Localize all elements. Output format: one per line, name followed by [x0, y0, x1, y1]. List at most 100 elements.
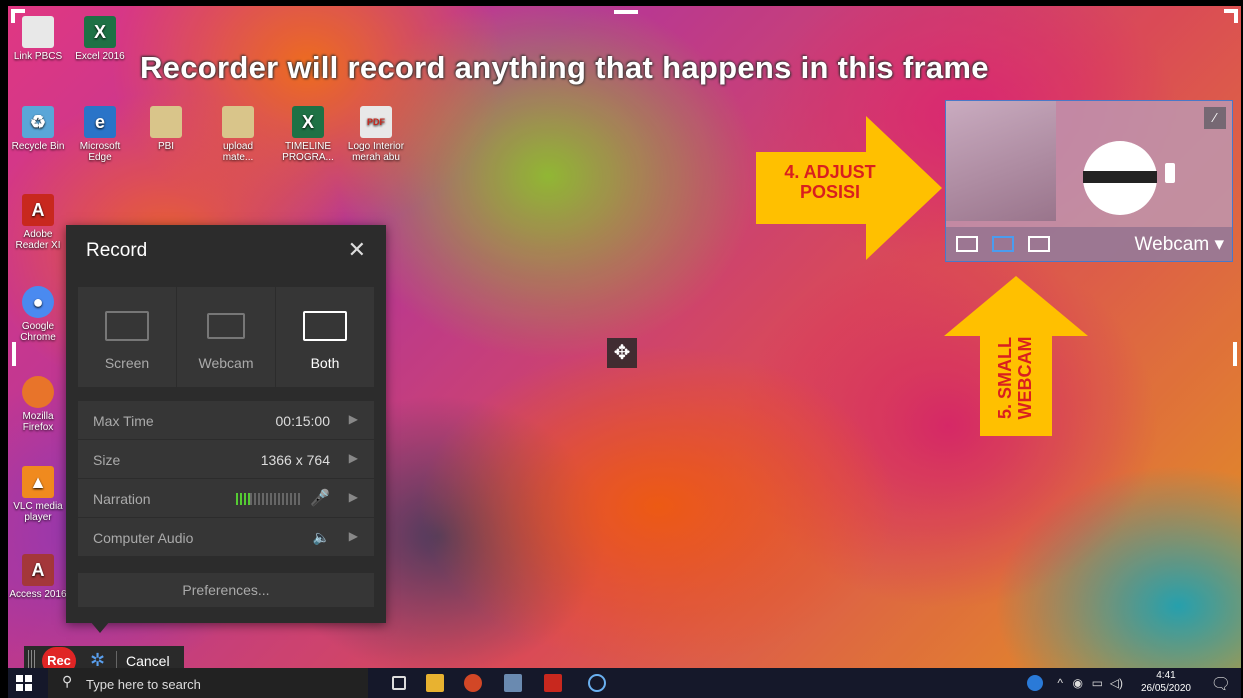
- desktop-icon-label: TIMELINE PROGRA...: [282, 141, 334, 163]
- windows-start-icon[interactable]: [16, 675, 32, 691]
- microphone-icon: 🎤: [310, 490, 330, 507]
- webcam-size-small-button[interactable]: [992, 236, 1014, 252]
- narration-level-meter: [236, 493, 300, 505]
- clock-date: 26/05/2020: [1140, 683, 1191, 694]
- record-panel-title: Record: [86, 240, 148, 261]
- max-time-row[interactable]: Max Time 00:15:00 ▶: [78, 401, 374, 440]
- webcam-toolbar: Webcam ▾: [946, 227, 1232, 261]
- adobe-reader-icon: A: [22, 194, 54, 226]
- desktop-icon-firefox[interactable]: Mozilla Firefox: [8, 376, 68, 433]
- search-placeholder: Type here to search: [86, 677, 201, 692]
- recycle-bin-icon: ♻: [22, 106, 54, 138]
- adobe-reader-taskbar-icon[interactable]: [544, 674, 562, 692]
- folder-icon: [222, 106, 254, 138]
- chevron-right-icon: ▶: [348, 490, 358, 504]
- desktop-icon-timeline[interactable]: X TIMELINE PROGRA...: [278, 106, 338, 163]
- powerpoint-icon[interactable]: [464, 674, 482, 692]
- size-row[interactable]: Size 1366 x 764 ▶: [78, 440, 374, 479]
- move-handle-icon[interactable]: ✥: [607, 338, 637, 368]
- preferences-button[interactable]: Preferences...: [78, 573, 374, 607]
- setting-value: 00:15:00: [275, 413, 331, 429]
- access-icon: A: [22, 554, 54, 586]
- webcam-preview[interactable]: ⁄ Webcam ▾: [945, 100, 1233, 262]
- setting-label: Size: [93, 452, 121, 468]
- record-panel: Record ✕ Screen Webcam Both Max Time 00:…: [66, 225, 386, 633]
- panel-pointer: [90, 621, 110, 633]
- taskbar-clock[interactable]: 4:41 26/05/2020: [1141, 669, 1191, 695]
- narration-row[interactable]: Narration 🎤 ▶: [78, 479, 374, 518]
- chevron-right-icon: ▶: [348, 529, 358, 543]
- desktop-icon-edge[interactable]: e Microsoft Edge: [70, 106, 130, 163]
- excel-icon: X: [84, 16, 116, 48]
- desktop-icon-label: Recycle Bin: [11, 141, 65, 152]
- desktop-icon-label: upload mate...: [222, 141, 254, 163]
- computer-audio-row[interactable]: Computer Audio 🔈 ▶: [78, 518, 374, 557]
- folder-icon: [150, 106, 182, 138]
- recorder-taskbar-icon[interactable]: [588, 674, 606, 692]
- notification-icon[interactable]: 🗨: [1211, 674, 1231, 694]
- setting-label: Computer Audio: [93, 530, 194, 546]
- mode-both-button[interactable]: Both: [276, 287, 374, 387]
- frame-edge-handle[interactable]: [12, 342, 16, 366]
- frame-corner-handle[interactable]: [11, 9, 25, 23]
- desktop-icon-label: Logo Interior merah abu: [347, 141, 405, 163]
- chrome-icon: ●: [22, 286, 54, 318]
- webcam-source-dropdown[interactable]: Webcam ▾: [1135, 233, 1224, 256]
- mode-webcam-button[interactable]: Webcam: [177, 287, 276, 387]
- help-icon[interactable]: [1027, 675, 1043, 691]
- document-icon: [22, 16, 54, 48]
- webcam-size-full-button[interactable]: [956, 236, 978, 252]
- desktop-icon-upload[interactable]: upload mate...: [208, 106, 268, 163]
- avatar-band: [1083, 171, 1157, 183]
- magic-wand-icon[interactable]: ⁄: [1204, 107, 1226, 129]
- setting-label: Narration: [93, 491, 151, 507]
- desktop-icon-logo-pdf[interactable]: PDF Logo Interior merah abu: [346, 106, 406, 163]
- firefox-icon: [22, 376, 54, 408]
- desktop-icon-adobe-reader[interactable]: A Adobe Reader XI: [8, 194, 68, 251]
- desktop-icon-label: Microsoft Edge: [79, 141, 121, 163]
- desktop-icon-vlc[interactable]: ▲ VLC media player: [8, 466, 68, 523]
- desktop-icon-label: PBI: [157, 141, 175, 152]
- adjust-position-annotation: 4. ADJUST POSISI: [784, 162, 876, 202]
- close-icon[interactable]: ✕: [348, 237, 366, 263]
- task-view-icon[interactable]: [392, 676, 406, 690]
- edge-icon: e: [84, 106, 116, 138]
- chevron-right-icon: ▶: [348, 451, 358, 465]
- clock-time: 4:41: [1156, 670, 1176, 681]
- frame-edge-handle[interactable]: [1233, 342, 1237, 366]
- screen-and-webcam-icon: [303, 311, 347, 341]
- desktop-icon-label: VLC media player: [13, 501, 63, 523]
- mode-label: Webcam: [198, 355, 254, 371]
- desktop-icon-chrome[interactable]: ● Google Chrome: [8, 286, 68, 343]
- webcam-avatar: [1083, 141, 1175, 215]
- mode-screen-button[interactable]: Screen: [78, 287, 177, 387]
- frame-edge-handle[interactable]: [614, 10, 638, 14]
- recorder-frame-hint: Recorder will record anything that happe…: [140, 50, 989, 85]
- desktop-icon-recycle-bin[interactable]: ♻ Recycle Bin: [8, 106, 68, 152]
- volume-icon[interactable]: ◁): [1110, 676, 1123, 690]
- file-explorer-icon[interactable]: [426, 674, 444, 692]
- search-icon: ⚲: [62, 673, 73, 689]
- cancel-button[interactable]: Cancel: [126, 653, 170, 669]
- webcam-icon: [207, 313, 245, 339]
- setting-value: 1366 x 764: [260, 452, 330, 468]
- desktop-icon-access[interactable]: A Access 2016: [8, 554, 68, 600]
- camera-icon[interactable]: [504, 674, 522, 692]
- desktop-icon-excel[interactable]: X Excel 2016: [70, 16, 130, 62]
- frame-corner-handle[interactable]: [1224, 9, 1238, 23]
- pdf-icon: PDF: [360, 106, 392, 138]
- desktop-icon-label: Adobe Reader XI: [15, 229, 61, 251]
- desktop-icon-label: Link PBCS: [13, 51, 63, 62]
- chevron-down-icon: ▾: [1214, 234, 1224, 255]
- webcam-size-off-button[interactable]: [1028, 236, 1050, 252]
- chevron-up-icon[interactable]: ^: [1057, 676, 1063, 690]
- desktop-icon-pbi[interactable]: PBI: [136, 106, 196, 152]
- screen-icon: [105, 311, 149, 341]
- desktop-icon-label: Google Chrome: [20, 321, 56, 343]
- small-webcam-annotation: 5. SMALL WEBCAM: [995, 336, 1035, 420]
- battery-icon[interactable]: ▭: [1092, 676, 1103, 690]
- network-icon[interactable]: ◉: [1073, 676, 1083, 690]
- mode-label: Both: [310, 355, 340, 371]
- desktop-icon-label: Excel 2016: [75, 51, 125, 62]
- taskbar-search-box[interactable]: ⚲ Type here to search: [48, 668, 368, 698]
